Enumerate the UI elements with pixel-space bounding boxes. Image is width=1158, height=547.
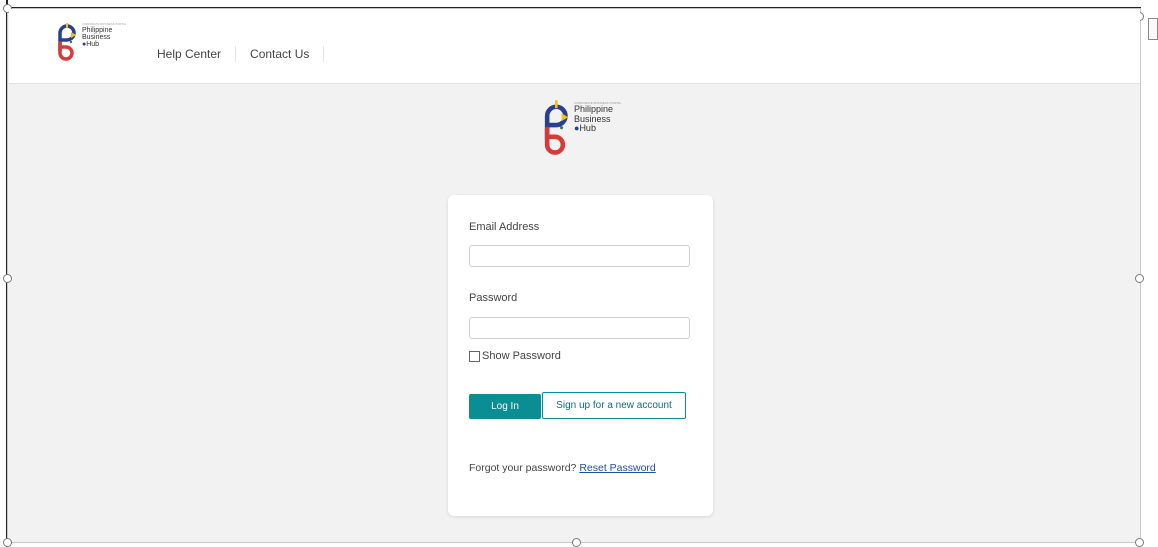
- login-button[interactable]: Log In: [469, 394, 541, 419]
- show-password-row[interactable]: Show Password: [469, 350, 561, 362]
- resize-handle-bottom-left[interactable]: [3, 538, 12, 547]
- side-panel-tab[interactable]: [1148, 18, 1158, 40]
- center-logo-text: CORPORATE BUSINESS PORTAL Philippine Bus…: [574, 101, 621, 134]
- nav-help-center[interactable]: Help Center: [157, 46, 237, 62]
- center-logo: CORPORATE BUSINESS PORTAL Philippine Bus…: [538, 100, 621, 158]
- nav-contact-us[interactable]: Contact Us: [250, 46, 325, 62]
- resize-handle-middle-right[interactable]: [1135, 274, 1144, 283]
- pbh-logo-icon: [58, 23, 76, 61]
- header-logo[interactable]: CORPORATE BUSINESS PORTAL Philippine Bus…: [53, 23, 126, 61]
- password-label: Password: [469, 292, 518, 304]
- center-logo-hub: ●Hub: [574, 123, 596, 134]
- resize-handle-bottom-center[interactable]: [572, 538, 581, 547]
- forgot-password-text: Forgot your password?: [469, 462, 577, 474]
- show-password-checkbox[interactable]: [469, 350, 480, 362]
- logo-line-hub: ●Hub: [82, 41, 100, 49]
- forgot-password-row: Forgot your password? Reset Password: [469, 462, 656, 474]
- pbh-logo-large-icon: [544, 100, 569, 155]
- reset-password-link[interactable]: Reset Password: [579, 462, 655, 474]
- login-card: Email Address Password Show Password Log…: [448, 195, 713, 516]
- resize-handle-middle-left[interactable]: [3, 274, 12, 283]
- resize-handle-bottom-right[interactable]: [1135, 538, 1144, 547]
- site-header: CORPORATE BUSINESS PORTAL Philippine Bus…: [9, 9, 1140, 84]
- email-field[interactable]: [469, 245, 690, 267]
- show-password-label: Show Password: [482, 350, 561, 362]
- logo-line-business: Business: [82, 33, 111, 41]
- logo-line-philippine: Philippine: [82, 26, 113, 34]
- signup-button[interactable]: Sign up for a new account: [542, 392, 686, 419]
- password-field[interactable]: [469, 317, 690, 339]
- header-logo-text: CORPORATE BUSINESS PORTAL Philippine Bus…: [82, 23, 126, 49]
- header-nav: Help Center Contact Us: [157, 46, 338, 62]
- email-label: Email Address: [469, 221, 540, 233]
